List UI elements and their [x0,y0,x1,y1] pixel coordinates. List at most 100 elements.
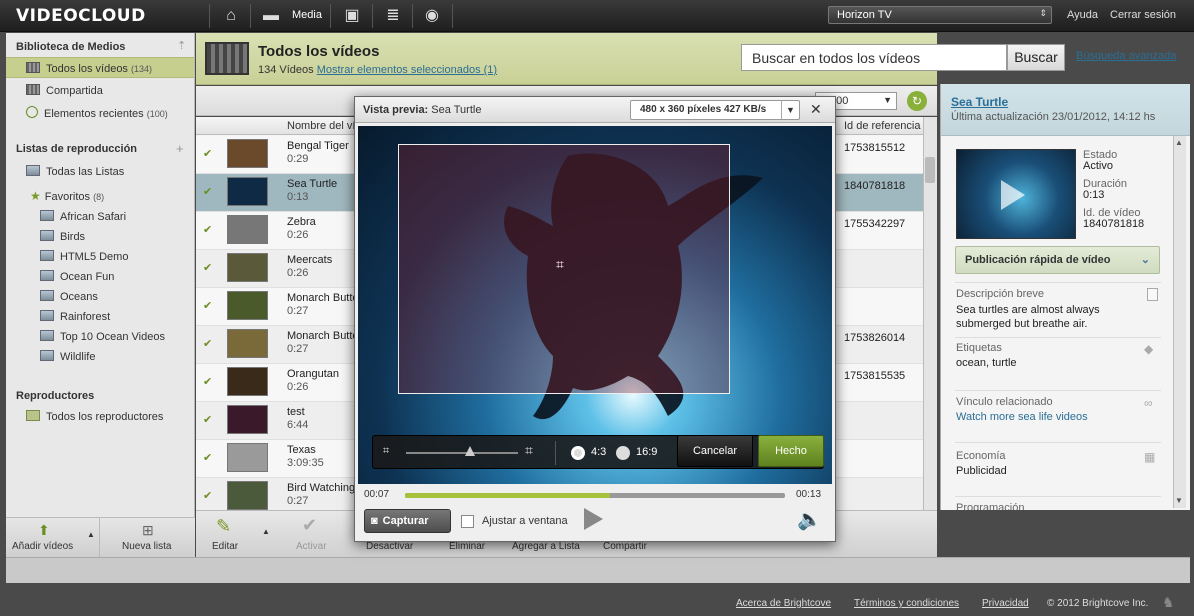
add-video-icon[interactable]: ⬆ [38,522,50,539]
delete-button[interactable]: Eliminar [449,541,485,552]
ratio-16-9-radio[interactable] [616,446,630,460]
ratio-16-9-label: 16:9 [636,446,658,458]
related-link-value[interactable]: Watch more sea life videos [956,411,1088,423]
duration-value: 0:13 [1083,189,1105,201]
check-icon: ✔ [203,376,213,388]
check-icon: ✔ [203,224,213,236]
dropdown-arrow-icon[interactable]: ▲ [87,530,95,539]
fit-window-checkbox[interactable] [461,515,474,528]
scroll-down-icon[interactable]: ▼ [1175,496,1183,505]
add-icon[interactable]: + [176,141,184,156]
folder-icon[interactable]: ▬ [258,6,284,26]
new-list-button[interactable]: Nueva lista [122,541,171,552]
grid-icon[interactable]: ▦ [1144,450,1155,464]
scroll-up-icon[interactable]: ▲ [1175,138,1183,147]
chain-link-icon[interactable]: ∞ [1144,396,1153,410]
refresh-icon[interactable]: ↻ [907,91,927,111]
scroll-thumb[interactable] [925,157,935,183]
video-preview[interactable]: ⌗ ⌗ ⌗ 4:3 16:9 Cancelar Hecho [358,126,832,484]
column-reference-id[interactable]: Id de referencia [844,120,920,132]
disc-icon[interactable]: ◉ [419,6,445,26]
sidebar-item-playlist[interactable]: Oceans [40,290,98,303]
sidebar-item-playlist[interactable]: Ocean Fun [40,270,114,283]
volume-icon[interactable]: 🔈 [797,507,822,532]
crop-large-icon[interactable]: ⌗ [525,442,533,459]
toolbar-separator [452,4,453,28]
crop-icon[interactable]: ⌗ [556,256,564,273]
zoom-slider-track[interactable] [406,452,518,454]
crop-region[interactable] [398,144,730,394]
search-button[interactable]: Buscar [1007,44,1065,71]
crop-small-icon[interactable]: ⌗ [383,445,389,458]
video-thumbnail[interactable] [956,149,1076,239]
sidebar-item-label: Wildlife [60,351,96,363]
sidebar-item-all-players[interactable]: Todos los reproductores [26,410,163,423]
play-icon[interactable] [1001,180,1025,210]
row-thumbnail [227,291,268,320]
close-icon[interactable]: ✕ [810,101,822,118]
ratio-4-3-radio[interactable] [571,446,585,460]
sidebar-item-playlist[interactable]: HTML5 Demo [40,250,128,263]
player-icon[interactable]: ▣ [339,6,365,26]
sidebar-item-playlist[interactable]: Birds [40,230,85,243]
about-link[interactable]: Acerca de Brightcove [736,598,831,609]
sidebar-item-playlist[interactable]: Rainforest [40,310,110,323]
activate-button[interactable]: Activar [296,541,327,552]
sidebar-item-playlist[interactable]: Top 10 Ocean Videos [40,330,165,343]
deactivate-button[interactable]: Desactivar [366,541,413,552]
sidebar: Biblioteca de Medios ⇡ Todos los vídeos … [6,33,195,517]
check-icon: ✔ [203,300,213,312]
home-icon[interactable]: ⌂ [218,6,244,26]
star-icon: ★ [30,189,41,203]
sidebar-item-playlist[interactable]: Wildlife [40,350,95,363]
sidebar-item-recent[interactable]: Elementos recientes (100) [26,106,168,120]
logout-link[interactable]: Cerrar sesión [1110,9,1176,21]
tags-label: Etiquetas [956,342,1002,354]
fit-window-label: Ajustar a ventana [482,515,568,527]
detail-scrollbar[interactable]: ▲ ▼ [1173,136,1186,508]
show-selected-link[interactable]: Mostrar elementos seleccionados (1) [317,64,497,76]
add-to-list-button[interactable]: Agregar a Lista [512,541,580,552]
progress-bar[interactable] [405,493,785,498]
sidebar-item-all-videos[interactable]: Todos los vídeos (134) [26,62,152,75]
column-name[interactable]: Nombre del ví [287,120,355,132]
short-description-value: Sea turtles are almost always submerged … [956,304,1100,330]
account-select[interactable]: Horizon TV ⇕ [828,6,1052,24]
done-button[interactable]: Hecho [758,435,824,467]
resolution-select[interactable]: 480 x 360 píxeles 427 KB/s ▼ [630,100,800,120]
document-icon[interactable] [1147,288,1158,301]
search-input[interactable]: Buscar en todos los vídeos [741,44,1007,71]
check-icon: ✔ [203,414,213,426]
row-name: Monarch Butte [287,330,359,342]
privacy-link[interactable]: Privacidad [982,598,1029,609]
pencil-icon[interactable]: ✎ [216,516,231,537]
sidebar-item-favorites[interactable]: ★ Favoritos (8) [30,189,104,203]
row-name: Meercats [287,254,333,266]
item-count: (8) [93,192,105,202]
zoom-slider-handle[interactable] [465,446,475,456]
collapse-up-icon[interactable]: ⇡ [177,39,186,52]
help-link[interactable]: Ayuda [1067,9,1098,21]
new-list-icon[interactable]: ⊞ [142,522,154,539]
tag-icon[interactable]: ◆ [1144,342,1153,356]
capture-button[interactable]: ◙ Capturar [364,509,451,533]
quick-publish-button[interactable]: Publicación rápida de vídeo ⌄ [955,246,1160,274]
list-scrollbar[interactable] [923,117,937,510]
stack-icon[interactable]: ≣ [380,6,406,26]
sidebar-item-shared[interactable]: Compartida [26,84,103,97]
play-icon[interactable] [584,508,603,530]
sidebar-item-all-lists[interactable]: Todas las Listas [26,165,124,178]
advanced-search-link[interactable]: Búsqueda avanzada [1076,50,1176,62]
chevron-down-icon: ▼ [883,95,892,105]
row-duration: 0:26 [287,381,309,393]
sidebar-item-playlist[interactable]: African Safari [40,210,126,223]
dropdown-arrow-icon[interactable]: ▲ [262,527,270,536]
share-button[interactable]: Compartir [603,541,647,552]
media-nav-label[interactable]: Media [292,9,322,21]
cancel-button[interactable]: Cancelar [677,435,753,467]
row-name: test [287,406,305,418]
add-videos-button[interactable]: Añadir vídeos [12,541,73,552]
edit-button[interactable]: Editar [212,541,238,552]
terms-link[interactable]: Términos y condiciones [854,598,959,609]
detail-title-link[interactable]: Sea Turtle [951,95,1008,109]
